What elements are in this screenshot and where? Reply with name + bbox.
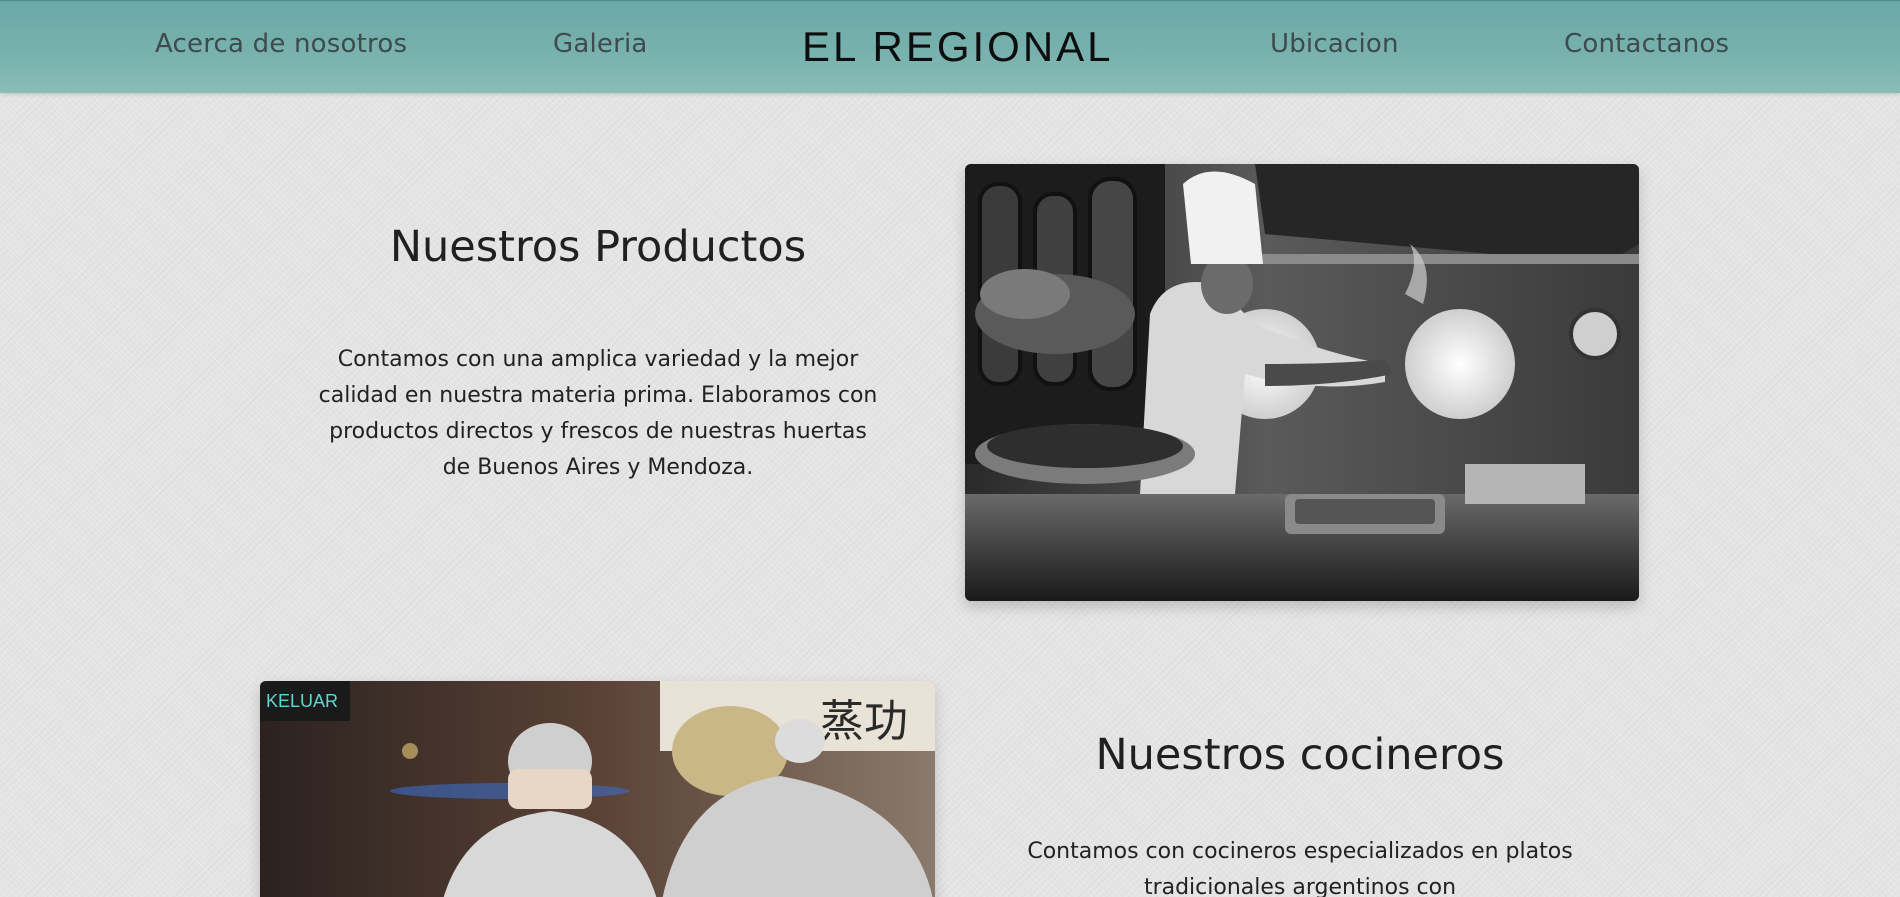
nav-link-gallery[interactable]: Galeria bbox=[553, 29, 648, 59]
keluar-sign-text: KELUAR bbox=[266, 691, 338, 711]
chinese-banner-text: 蒸功 bbox=[820, 696, 908, 747]
nav-link-location[interactable]: Ubicacion bbox=[1270, 29, 1399, 59]
cooks-working-photo: KELUAR 蒸功 bbox=[260, 681, 935, 897]
cooks-description: Contamos con cocineros especializados en… bbox=[1027, 839, 1573, 897]
top-navigation-bar: Acerca de nosotros Galeria EL REGIONAL U… bbox=[0, 0, 1900, 93]
nav-link-contact[interactable]: Contactanos bbox=[1564, 29, 1729, 59]
chef-kitchen-photo bbox=[965, 164, 1639, 601]
brand-logo-text[interactable]: EL REGIONAL bbox=[802, 23, 1114, 71]
products-heading: Nuestros Productos bbox=[389, 222, 807, 272]
cooks-heading: Nuestros cocineros bbox=[1095, 730, 1505, 780]
products-description: Contamos con una amplica variedad y la m… bbox=[318, 347, 878, 480]
nav-link-about[interactable]: Acerca de nosotros bbox=[155, 29, 407, 59]
